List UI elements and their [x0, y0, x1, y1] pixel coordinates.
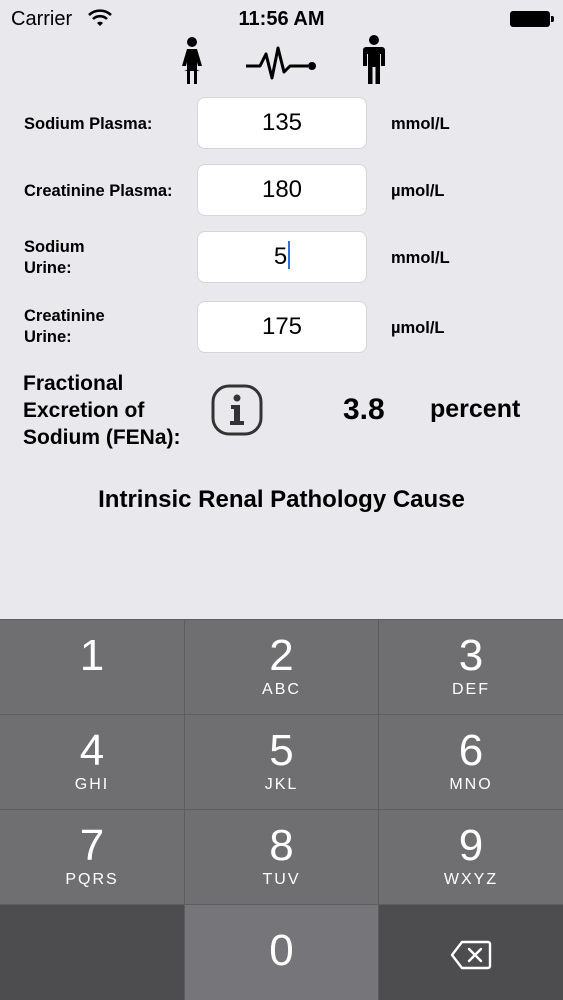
key-9-letters: WXYZ [443, 871, 499, 888]
fena-label-line2: Excretion of [23, 399, 145, 422]
key-1[interactable]: 1 [0, 620, 184, 714]
creatinine-plasma-label: Creatinine Plasma: [24, 182, 173, 200]
sodium-urine-label: Sodium Urine: [24, 237, 85, 279]
creatinine-urine-value: 175 [261, 313, 303, 340]
sodium-urine-label-line1: Sodium [24, 238, 85, 256]
key-4[interactable]: 4 GHI [0, 715, 184, 809]
sodium-urine-value: 5 [273, 243, 288, 270]
creatinine-plasma-unit: µmol/L [391, 182, 445, 200]
key-3-digit: 3 [458, 631, 484, 680]
sodium-plasma-label: Sodium Plasma: [24, 115, 153, 133]
key-0[interactable]: 0 [185, 905, 378, 1000]
status-bar: Carrier 11:56 AM [0, 0, 563, 38]
key-6-letters: MNO [449, 776, 493, 793]
creatinine-urine-input[interactable]: 175 [197, 301, 367, 353]
fena-label-line3: Sodium (FENa): [23, 426, 181, 449]
creatinine-urine-label: Creatinine Urine: [24, 306, 105, 348]
pulse-icon[interactable] [246, 46, 320, 80]
fena-value: 3.8 [343, 393, 385, 426]
backspace-icon [450, 940, 492, 970]
battery-icon [510, 11, 554, 27]
key-5-digit: 5 [269, 726, 294, 775]
key-6-digit: 6 [458, 726, 484, 775]
sodium-plasma-input[interactable]: 135 [197, 97, 367, 149]
creatinine-plasma-value: 180 [261, 176, 303, 203]
key-5-letters: JKL [264, 776, 299, 793]
fena-label: Fractional Excretion of Sodium (FENa): [23, 370, 213, 451]
key-9[interactable]: 9 WXYZ [379, 810, 563, 904]
male-icon[interactable] [360, 34, 388, 86]
key-8-digit: 8 [269, 821, 294, 870]
key-3-letters: DEF [452, 681, 490, 698]
key-1-digit: 1 [79, 631, 105, 680]
key-8[interactable]: 8 TUV [185, 810, 378, 904]
creatinine-urine-unit: µmol/L [391, 319, 445, 337]
sodium-urine-label-line2: Urine: [24, 259, 72, 277]
creatinine-urine-label-line2: Urine: [24, 328, 72, 346]
fena-unit: percent [430, 395, 521, 423]
key-8-letters: TUV [262, 871, 301, 888]
key-4-digit: 4 [79, 726, 105, 775]
info-icon[interactable] [211, 384, 263, 436]
sodium-plasma-value: 135 [261, 109, 303, 136]
diagnosis-text: Intrinsic Renal Pathology Cause [98, 486, 465, 513]
key-7[interactable]: 7 PQRS [0, 810, 184, 904]
sodium-plasma-unit: mmol/L [391, 115, 450, 133]
key-4-letters: GHI [74, 776, 110, 793]
key-7-digit: 7 [79, 821, 105, 870]
female-icon[interactable] [178, 36, 206, 86]
text-cursor [288, 241, 291, 269]
key-blank [0, 905, 184, 1000]
key-5[interactable]: 5 JKL [185, 715, 378, 809]
creatinine-plasma-input[interactable]: 180 [197, 164, 367, 216]
fena-label-line1: Fractional [23, 372, 124, 395]
key-7-letters: PQRS [65, 871, 119, 888]
sodium-urine-input[interactable]: 5 [197, 231, 367, 283]
sodium-urine-unit: mmol/L [391, 249, 450, 267]
key-0-digit: 0 [269, 926, 294, 975]
key-9-digit: 9 [458, 821, 484, 870]
key-2-digit: 2 [269, 631, 294, 680]
key-3[interactable]: 3 DEF [379, 620, 563, 714]
creatinine-urine-label-line1: Creatinine [24, 307, 105, 325]
key-6[interactable]: 6 MNO [379, 715, 563, 809]
key-2-letters: ABC [262, 681, 301, 698]
key-2[interactable]: 2 ABC [185, 620, 378, 714]
status-time: 11:56 AM [238, 8, 325, 30]
